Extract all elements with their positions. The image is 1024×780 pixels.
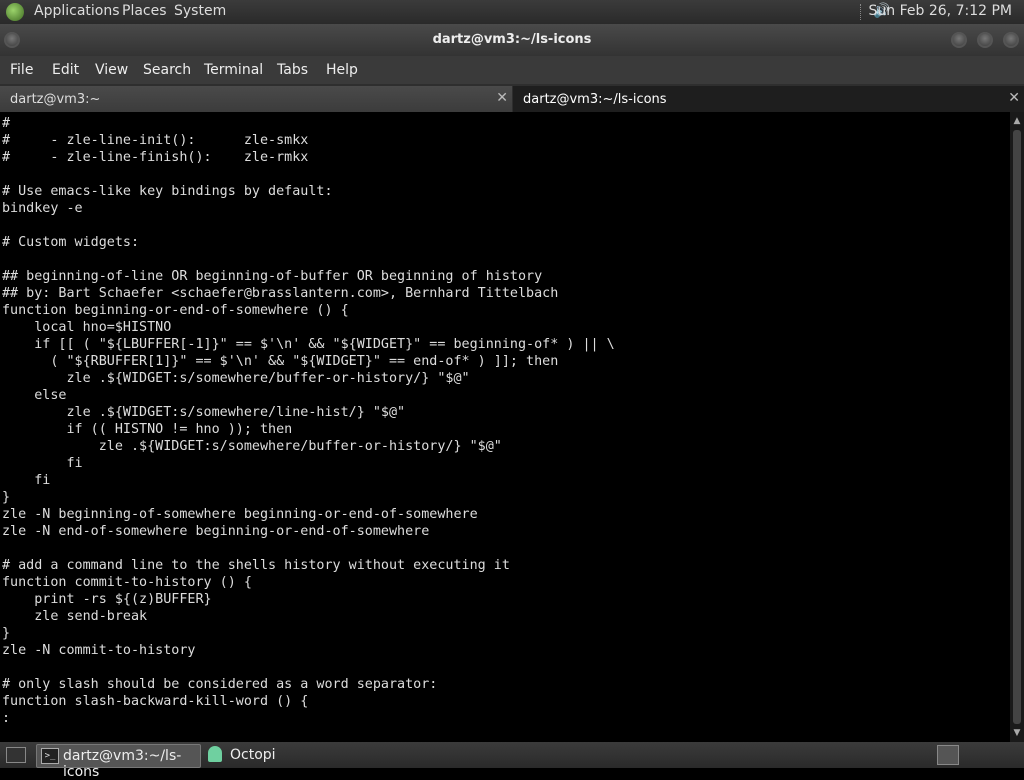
- terminal-line: ## beginning-of-line OR beginning-of-buf…: [2, 269, 543, 284]
- distro-logo-icon[interactable]: [6, 3, 24, 21]
- terminal-line: local hno=$HISTNO: [2, 320, 172, 335]
- applications-menu[interactable]: Applications: [34, 3, 120, 19]
- terminal-line: #: [2, 116, 11, 131]
- terminal-line: fi: [2, 456, 83, 471]
- taskbar-item-terminal[interactable]: >_ dartz@vm3:~/ls-icons: [36, 744, 201, 780]
- taskbar-item-label: dartz@vm3:~/ls-icons: [63, 748, 182, 780]
- tab-label: dartz@vm3:~: [10, 92, 101, 107]
- scrollbar-thumb[interactable]: [1013, 130, 1021, 724]
- terminal-output[interactable]: # # - zle-line-init(): zle-smkx # - zle-li…: [0, 112, 1010, 742]
- workspace-switcher[interactable]: [937, 745, 959, 765]
- terminal-line: zle -N beginning-of-somewhere beginning-…: [2, 507, 478, 522]
- terminal-line: print -rs ${(z)BUFFER}: [2, 592, 212, 607]
- terminal-line: zle .${WIDGET:s/somewhere/buffer-or-hist…: [2, 371, 470, 386]
- menu-view[interactable]: View: [95, 62, 128, 78]
- terminal-line: if [[ ( "${LBUFFER[-1]}" == $'\n' && "${…: [2, 337, 615, 352]
- panel-separator: [860, 4, 863, 20]
- taskbar-item-octopi[interactable]: Octopi: [204, 744, 324, 766]
- menu-file[interactable]: File: [10, 62, 33, 78]
- terminal-line: # Use emacs-like key bindings by default…: [2, 184, 333, 199]
- taskbar-item-label: Octopi: [230, 747, 276, 763]
- terminal-line: }: [2, 626, 11, 641]
- ghost-icon: [208, 746, 222, 762]
- terminal-line: zle send-break: [2, 609, 148, 624]
- terminal-line: ( "${RBUFFER[1]}" == $'\n' && "${WIDGET}…: [2, 354, 559, 369]
- terminal-line: zle .${WIDGET:s/somewhere/line-hist/} "$…: [2, 405, 406, 420]
- window-title: dartz@vm3:~/ls-icons: [432, 32, 592, 47]
- terminal-line: bindkey -e: [2, 201, 83, 216]
- menu-edit[interactable]: Edit: [52, 62, 79, 78]
- menu-tabs[interactable]: Tabs: [277, 62, 308, 78]
- tab-ls-icons[interactable]: dartz@vm3:~/ls-icons ✕: [513, 86, 1024, 112]
- terminal-line: function slash-backward-kill-word () {: [2, 694, 309, 709]
- terminal-line: zle -N end-of-somewhere beginning-or-end…: [2, 524, 430, 539]
- close-icon[interactable]: ✕: [1008, 90, 1020, 106]
- terminal-line: fi: [2, 473, 51, 488]
- scroll-down-icon[interactable]: ▼: [1012, 728, 1022, 738]
- terminal-line: # add a command line to the shells histo…: [2, 558, 510, 573]
- menu-search[interactable]: Search: [143, 62, 191, 78]
- show-desktop-icon[interactable]: [6, 747, 26, 763]
- places-menu[interactable]: Places: [122, 3, 167, 19]
- bottom-panel: >_ dartz@vm3:~/ls-icons Octopi: [0, 742, 1024, 780]
- top-panel: Applications Places System 🔊 Sun Feb 26,…: [0, 0, 1024, 24]
- terminal-line: function beginning-or-end-of-somewhere (…: [2, 303, 349, 318]
- tab-home[interactable]: dartz@vm3:~ ✕: [0, 86, 512, 112]
- scroll-up-icon[interactable]: ▲: [1012, 116, 1022, 126]
- terminal-line: # - zle-line-init(): zle-smkx: [2, 133, 309, 148]
- menu-help[interactable]: Help: [326, 62, 358, 78]
- window-titlebar[interactable]: dartz@vm3:~/ls-icons: [0, 24, 1024, 56]
- menubar: File Edit View Search Terminal Tabs Help: [0, 56, 1024, 84]
- terminal-line: zle -N commit-to-history: [2, 643, 196, 658]
- tab-bar: dartz@vm3:~ ✕ dartz@vm3:~/ls-icons ✕: [0, 84, 1024, 112]
- system-menu[interactable]: System: [174, 3, 226, 19]
- clock[interactable]: Sun Feb 26, 7:12 PM: [869, 3, 1012, 19]
- terminal-line: }: [2, 490, 11, 505]
- terminal-line: ## by: Bart Schaefer <schaefer@brasslant…: [2, 286, 559, 301]
- terminal-line: if (( HISTNO != hno )); then: [2, 422, 293, 437]
- close-button[interactable]: [1003, 32, 1019, 48]
- terminal-icon: >_: [41, 748, 59, 764]
- terminal-line: # Custom widgets:: [2, 235, 140, 250]
- terminal-line: # only slash should be considered as a w…: [2, 677, 438, 692]
- terminal-line: else: [2, 388, 67, 403]
- tab-label: dartz@vm3:~/ls-icons: [523, 92, 667, 107]
- terminal-line: # - zle-line-finish(): zle-rmkx: [2, 150, 309, 165]
- minimize-button[interactable]: [951, 32, 967, 48]
- terminal-line: function commit-to-history () {: [2, 575, 252, 590]
- menu-terminal[interactable]: Terminal: [204, 62, 263, 78]
- terminal-line: zle .${WIDGET:s/somewhere/buffer-or-hist…: [2, 439, 502, 454]
- scrollbar[interactable]: ▲ ▼: [1010, 112, 1024, 742]
- terminal-line: :: [2, 711, 11, 726]
- maximize-button[interactable]: [977, 32, 993, 48]
- close-icon[interactable]: ✕: [496, 90, 508, 106]
